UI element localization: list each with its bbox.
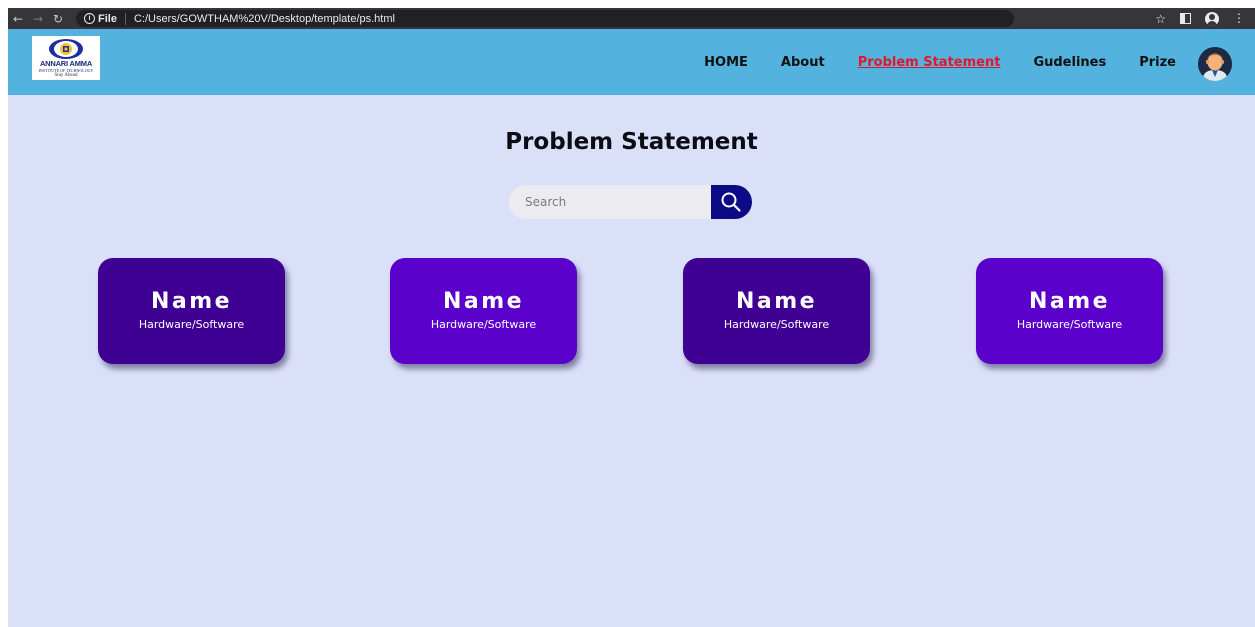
problem-card[interactable]: Name Hardware/Software — [683, 258, 870, 364]
logo-name: ANNARI AMMA — [39, 59, 93, 68]
browser-actions: ☆ ⋮ — [1155, 11, 1255, 26]
logo-emblem-icon — [49, 39, 83, 59]
search-icon — [721, 192, 741, 212]
card-name: Name — [442, 289, 525, 314]
forward-icon[interactable]: → — [28, 8, 48, 29]
problem-card[interactable]: Name Hardware/Software — [976, 258, 1163, 364]
menu-icon[interactable]: ⋮ — [1233, 12, 1245, 25]
site-logo[interactable]: ANNARI AMMA INSTITUTE OF TECHNOLOGY Stay… — [32, 36, 100, 80]
card-name: Name — [735, 289, 818, 314]
site-info-chip[interactable]: i File — [84, 12, 126, 25]
nav-links: HOME About Problem Statement Gudelines P… — [671, 29, 1176, 95]
problem-card[interactable]: Name Hardware/Software — [390, 258, 577, 364]
profile-icon[interactable] — [1205, 11, 1219, 26]
card-name: Name — [150, 289, 233, 314]
side-panel-icon[interactable] — [1180, 13, 1191, 24]
nav-about[interactable]: About — [781, 55, 825, 70]
search-input[interactable] — [509, 185, 717, 219]
search-bar — [509, 185, 752, 219]
scheme-label: File — [98, 12, 117, 25]
star-icon[interactable]: ☆ — [1155, 12, 1166, 26]
site-navbar: ANNARI AMMA INSTITUTE OF TECHNOLOGY Stay… — [8, 29, 1255, 95]
card-type: Hardware/Software — [723, 318, 830, 331]
page-title: Problem Statement — [505, 129, 758, 155]
back-icon[interactable]: ← — [8, 8, 28, 29]
user-avatar-icon — [1198, 47, 1232, 81]
card-type: Hardware/Software — [1016, 318, 1123, 331]
nav-guidelines[interactable]: Gudelines — [1033, 55, 1106, 70]
browser-window: ← → ↻ i File C:/Users/GOWTHAM%20V/Deskto… — [8, 8, 1255, 627]
address-bar[interactable]: i File C:/Users/GOWTHAM%20V/Desktop/temp… — [76, 10, 1014, 27]
browser-toolbar: ← → ↻ i File C:/Users/GOWTHAM%20V/Deskto… — [8, 8, 1255, 29]
avatar[interactable] — [1198, 47, 1232, 81]
card-type: Hardware/Software — [430, 318, 537, 331]
card-name: Name — [1028, 289, 1111, 314]
nav-home[interactable]: HOME — [704, 55, 748, 70]
url-text: C:/Users/GOWTHAM%20V/Desktop/template/ps… — [133, 12, 395, 25]
logo-tagline: Stay Ahead — [54, 73, 78, 78]
problem-cards: Name Hardware/Software Name Hardware/Sof… — [8, 258, 1255, 368]
reload-icon[interactable]: ↻ — [48, 8, 68, 29]
nav-prize[interactable]: Prize — [1139, 55, 1176, 70]
problem-card[interactable]: Name Hardware/Software — [98, 258, 285, 364]
nav-problem-statement[interactable]: Problem Statement — [858, 55, 1001, 70]
card-type: Hardware/Software — [138, 318, 245, 331]
info-icon: i — [84, 13, 95, 24]
search-button[interactable] — [710, 185, 752, 219]
